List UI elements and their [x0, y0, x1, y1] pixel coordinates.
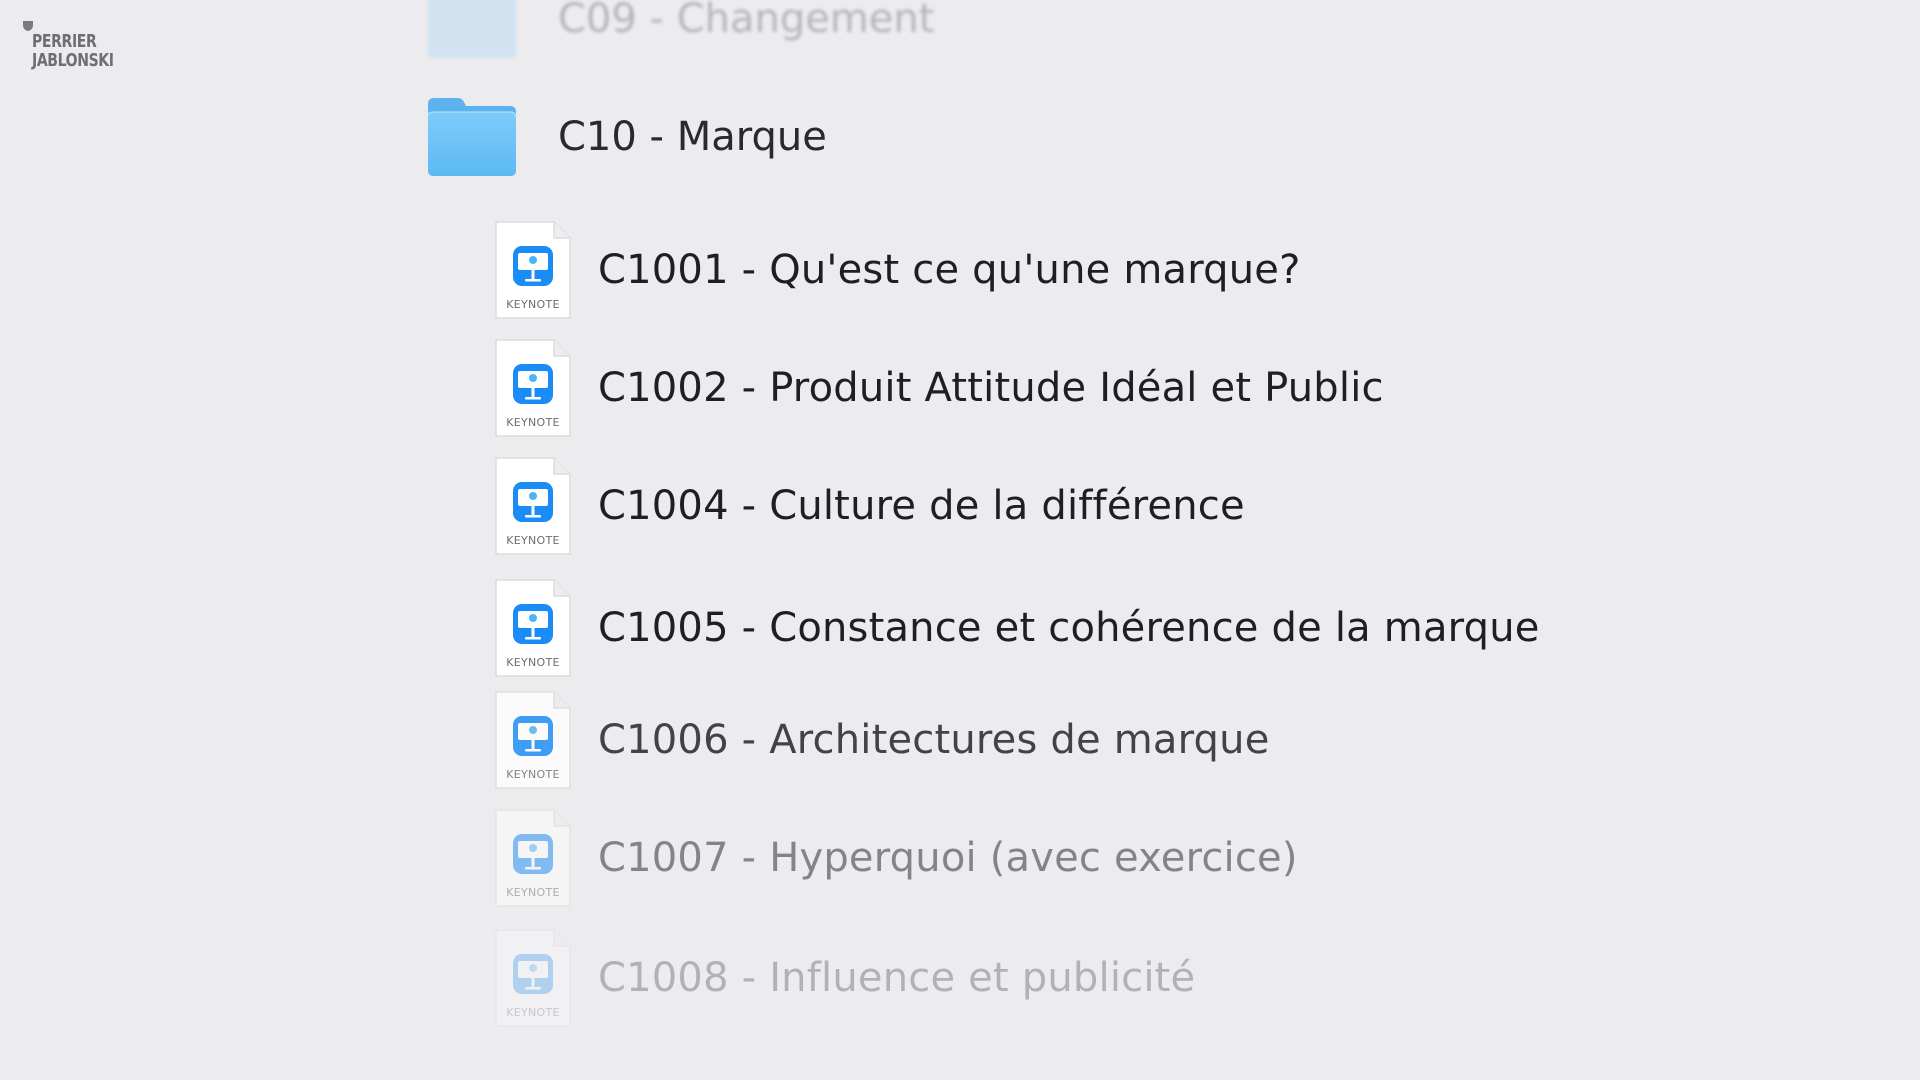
file-row[interactable]: KEYNOTE C1007 - Hyperquoi (avec exercice… [494, 806, 1298, 910]
keynote-icon-text: KEYNOTE [506, 534, 560, 547]
keynote-icon: KEYNOTE [494, 690, 572, 790]
file-label: C1002 - Produit Attitude Idéal et Public [598, 365, 1384, 411]
logo-wordmark: PERRIER JABLONSKI [32, 32, 114, 70]
keynote-icon-text: KEYNOTE [506, 298, 560, 311]
keynote-icon: KEYNOTE [494, 808, 572, 908]
file-row[interactable]: KEYNOTE C1008 - Influence et publicité [494, 926, 1195, 1030]
finder-list-view: PERRIER JABLONSKI C09 - Changement C10 -… [0, 0, 1920, 1080]
folder-row-c10[interactable]: C10 - Marque [424, 92, 827, 182]
file-label: C1004 - Culture de la différence [598, 483, 1245, 529]
keynote-icon: KEYNOTE [494, 220, 572, 320]
folder-icon [428, 0, 516, 58]
keynote-icon: KEYNOTE [494, 578, 572, 678]
folder-label: C09 - Changement [558, 0, 935, 42]
file-row[interactable]: KEYNOTE C1004 - Culture de la différence [494, 454, 1245, 558]
folder-row-c09[interactable]: C09 - Changement [424, 0, 934, 64]
keynote-icon-text: KEYNOTE [506, 886, 560, 899]
file-row[interactable]: KEYNOTE C1006 - Architectures de marque [494, 688, 1270, 792]
perrier-jablonski-logo: PERRIER JABLONSKI [22, 20, 142, 76]
keynote-icon: KEYNOTE [494, 338, 572, 438]
logo-line-2: JABLONSKI [32, 50, 114, 71]
keynote-icon-text: KEYNOTE [506, 768, 560, 781]
keynote-icon-text: KEYNOTE [506, 1006, 560, 1019]
file-label: C1005 - Constance et cohérence de la mar… [598, 605, 1540, 651]
keynote-icon-text: KEYNOTE [506, 416, 560, 429]
file-label: C1006 - Architectures de marque [598, 717, 1270, 763]
keynote-icon-text: KEYNOTE [506, 656, 560, 669]
file-label: C1008 - Influence et publicité [598, 955, 1196, 1001]
file-row[interactable]: KEYNOTE C1001 - Qu'est ce qu'une marque? [494, 218, 1301, 322]
file-label: C1007 - Hyperquoi (avec exercice) [598, 835, 1298, 881]
folder-label: C10 - Marque [558, 114, 827, 160]
folder-icon [427, 98, 517, 176]
file-row[interactable]: KEYNOTE C1005 - Constance et cohérence d… [494, 576, 1540, 680]
logo-line-1: PERRIER [32, 31, 97, 52]
file-row[interactable]: KEYNOTE C1002 - Produit Attitude Idéal e… [494, 336, 1384, 440]
keynote-icon: KEYNOTE [494, 928, 572, 1028]
keynote-icon: KEYNOTE [494, 456, 572, 556]
file-label: C1001 - Qu'est ce qu'une marque? [598, 247, 1301, 293]
